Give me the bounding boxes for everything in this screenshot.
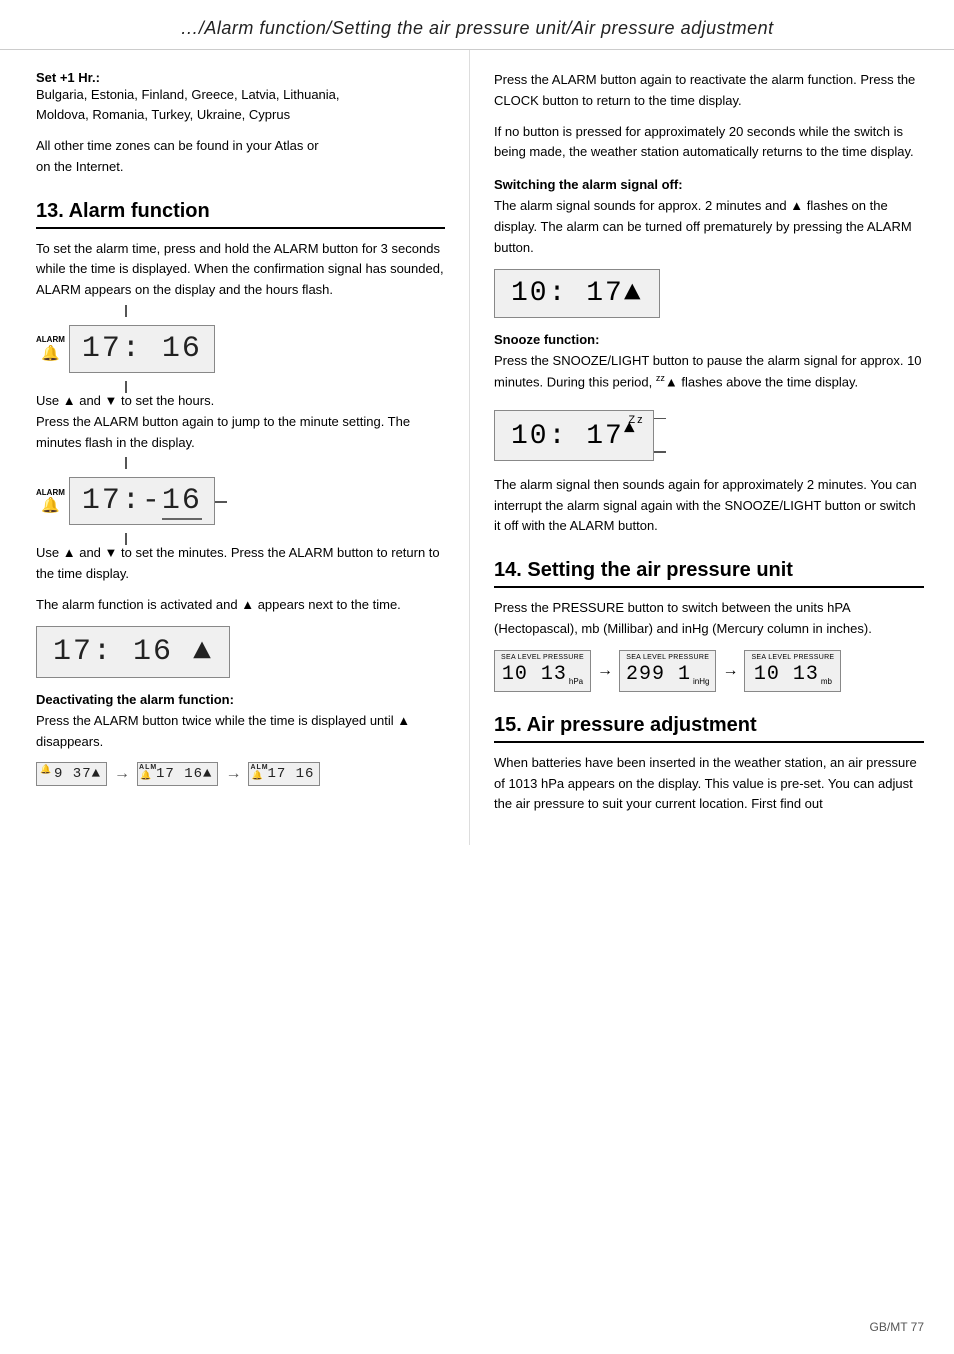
sea-unit-2: inHg — [693, 677, 709, 686]
alarm-off-display: 10: 17▲ — [494, 269, 660, 318]
sea-digits-row-2: 299 1 inHg — [626, 663, 709, 686]
footer-text: GB/MT 77 — [870, 1320, 924, 1334]
deactivate-display-row: 🔔 9 37▲ → ALM 🔔 17 16▲ → ALM 🔔 17 16 — [36, 762, 445, 786]
alarm-label-1: ALARM 🔔 — [36, 335, 65, 363]
digits-text-1: 17: 16 — [82, 332, 202, 366]
alarm-off-display-wrapper: 10: 17▲ — [494, 269, 924, 318]
page-footer: GB/MT 77 — [870, 1320, 924, 1334]
tick-right-2 — [215, 501, 227, 503]
switching-off-text: The alarm signal sounds for approx. 2 mi… — [494, 196, 924, 258]
page: …/Alarm function/Setting the air pressur… — [0, 0, 954, 1354]
instruction-2a: Use ▲ and ▼ to set the minutes. Press th… — [36, 543, 445, 585]
small-digits-3: 17 16 — [267, 766, 314, 782]
left-column: Set +1 Hr.: Bulgaria, Estonia, Finland, … — [0, 50, 470, 845]
sea-digits-3: 10 13 — [754, 663, 819, 686]
zz-icon: Zz — [628, 414, 644, 426]
set-plus-section: Set +1 Hr.: Bulgaria, Estonia, Finland, … — [36, 70, 445, 178]
switching-off-title: Switching the alarm signal off: — [494, 177, 924, 192]
sea-digits-2: 299 1 — [626, 663, 691, 686]
tick-right-snooze-b — [654, 451, 666, 453]
sea-digits-1: 10 13 — [502, 663, 567, 686]
alarm-display-2-row: ALARM 🔔 17:‑16 — [36, 477, 215, 525]
alarm-digits-1: 17: 16 — [69, 325, 215, 373]
small-display-2: ALM 🔔 17 16▲ — [137, 762, 218, 786]
sea-box-1: SEA LEVEL PRESSURE 10 13 hPa — [494, 650, 591, 692]
alarm-display-2-wrapper: ALARM 🔔 17:‑16 — [36, 469, 215, 533]
sea-label-1: SEA LEVEL PRESSURE — [501, 654, 584, 661]
sea-label-2: SEA LEVEL PRESSURE — [626, 654, 709, 661]
set-plus-label: Set +1 Hr.: — [36, 70, 445, 85]
section-13: 13. Alarm function To set the alarm time… — [36, 200, 445, 787]
header-text: …/Alarm function/Setting the air pressur… — [180, 18, 773, 38]
small-bell-1: 🔔 — [40, 765, 52, 775]
section-14: 14. Setting the air pressure unit Press … — [494, 559, 924, 692]
arrow-2: → — [225, 765, 241, 783]
alarm-display-3-wrapper: 17: 16 ▲ — [36, 626, 445, 678]
section-15-text: When batteries have been inserted in the… — [494, 753, 924, 815]
alarm-digits-3: 17: 16 ▲ — [36, 626, 230, 678]
deactivate-text: Press the ALARM button twice while the t… — [36, 711, 445, 753]
snooze-text: Press the SNOOZE/LIGHT button to pause t… — [494, 351, 924, 394]
instruction-2b: The alarm function is activated and ▲ ap… — [36, 595, 445, 616]
tick-bottom-2 — [125, 533, 127, 545]
sea-label-3: SEA LEVEL PRESSURE — [751, 654, 834, 661]
small-display-3: ALM 🔔 17 16 — [248, 762, 320, 786]
alarm-digits-2: 17:‑16 — [69, 477, 215, 525]
snooze-title: Snooze function: — [494, 332, 924, 347]
alarm-off-digits: 10: 17▲ — [511, 278, 643, 309]
sea-level-row: SEA LEVEL PRESSURE 10 13 hPa → SEA LEVEL… — [494, 650, 924, 692]
alarm-text-2: ALARM — [36, 488, 65, 498]
sea-arrow-2: → — [722, 662, 738, 680]
alarm-label-2: ALARM 🔔 — [36, 488, 65, 516]
tick-right-snooze — [654, 418, 666, 420]
tick-bottom-1 — [125, 381, 127, 393]
page-header: …/Alarm function/Setting the air pressur… — [0, 0, 954, 50]
section-13-intro: To set the alarm time, press and hold th… — [36, 239, 445, 301]
arrow-1: → — [114, 765, 130, 783]
sea-unit-1: hPa — [569, 677, 583, 686]
sea-arrow-1: → — [597, 662, 613, 680]
bell-icon-1: 🔔 — [41, 345, 60, 363]
reactivate-text: Press the ALARM button again to reactiva… — [494, 70, 924, 112]
small-digits-1: 9 37▲ — [54, 766, 101, 782]
snooze-digits: 10: 17▲ — [511, 421, 637, 452]
no-button-text: If no button is pressed for approximatel… — [494, 122, 924, 164]
section-14-title: 14. Setting the air pressure unit — [494, 559, 924, 588]
tick-top-1 — [125, 305, 127, 317]
section-15-title: 15. Air pressure adjustment — [494, 714, 924, 743]
right-column: Press the ALARM button again to reactiva… — [470, 50, 954, 845]
section-15: 15. Air pressure adjustment When batteri… — [494, 714, 924, 815]
digits-text-2: 17:‑16 — [82, 484, 202, 518]
small-bell-2: 🔔 — [140, 771, 152, 781]
digits-text-3: 17: 16 ▲ — [53, 635, 213, 669]
countries-text: Bulgaria, Estonia, Finland, Greece, Latv… — [36, 85, 445, 124]
content-area: Set +1 Hr.: Bulgaria, Estonia, Finland, … — [0, 50, 954, 845]
section-13-title: 13. Alarm function — [36, 200, 445, 229]
alarm-display-1-wrapper: ALARM 🔔 17: 16 — [36, 317, 215, 381]
sea-digits-row-1: 10 13 hPa — [502, 663, 583, 686]
snooze-display-wrapper: Zz 10: 17▲ — [494, 410, 654, 461]
sea-box-2: SEA LEVEL PRESSURE 299 1 inHg — [619, 650, 716, 692]
alarm-text-1: ALARM — [36, 335, 65, 345]
snooze-display: Zz 10: 17▲ — [494, 410, 654, 461]
other-zones-text: All other time zones can be found in you… — [36, 136, 445, 178]
alarm-display-1-row: ALARM 🔔 17: 16 — [36, 325, 215, 373]
sea-unit-3: mb — [821, 677, 832, 686]
deactivate-title: Deactivating the alarm function: — [36, 692, 445, 707]
small-bell-3: 🔔 — [251, 771, 263, 781]
snooze-resume-text: The alarm signal then sounds again for a… — [494, 475, 924, 537]
sea-box-3: SEA LEVEL PRESSURE 10 13 mb — [744, 650, 841, 692]
small-display-1: 🔔 9 37▲ — [36, 762, 107, 786]
small-digits-2: 17 16▲ — [156, 766, 212, 782]
section-14-text: Press the PRESSURE button to switch betw… — [494, 598, 924, 640]
tick-top-2 — [125, 457, 127, 469]
bell-icon-2: 🔔 — [41, 497, 60, 515]
sea-digits-row-3: 10 13 mb — [754, 663, 832, 686]
instruction-1a: Use ▲ and ▼ to set the hours.Press the A… — [36, 391, 445, 453]
